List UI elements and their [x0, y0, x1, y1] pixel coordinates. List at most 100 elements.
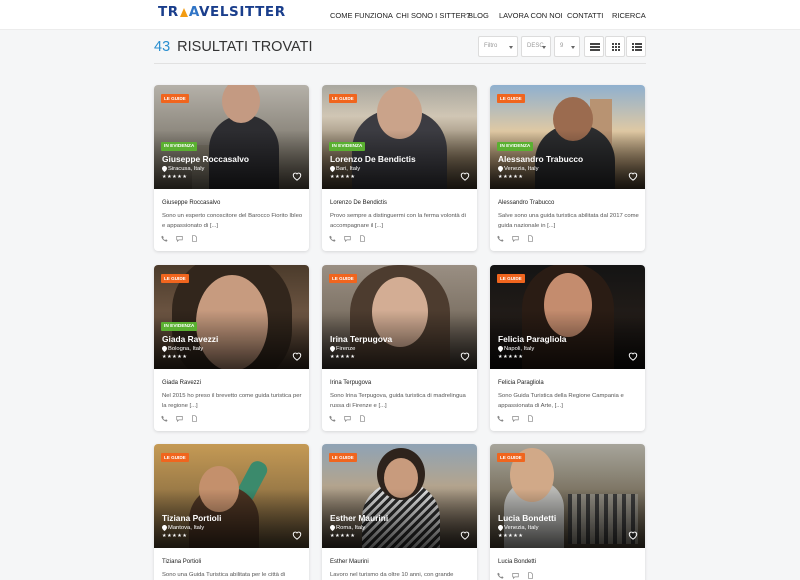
document-icon[interactable] [527, 235, 534, 242]
chat-icon[interactable] [176, 415, 183, 422]
results-count: 43 [154, 39, 171, 55]
guide-photo[interactable]: LE GUIDE Esther Maurini Roma, Italy ★★★★… [322, 444, 477, 548]
favorite-heart-icon[interactable] [460, 171, 470, 181]
favorite-heart-icon[interactable] [292, 530, 302, 540]
document-icon[interactable] [527, 415, 534, 422]
guide-name[interactable]: Lucia Bondetti [498, 513, 556, 523]
favorite-heart-icon[interactable] [628, 171, 638, 181]
location-pin-icon [498, 166, 503, 172]
favorite-heart-icon[interactable] [628, 351, 638, 361]
location-pin-icon [330, 525, 335, 531]
chat-icon[interactable] [512, 235, 519, 242]
guide-photo[interactable]: LE GUIDE IN EVIDENZA Giada Ravezzi Bolog… [154, 265, 309, 369]
phone-icon[interactable] [161, 235, 168, 242]
nav-chi-sono-i-sitter[interactable]: CHI SONO I SITTER? [396, 11, 470, 20]
category-badge: LE GUIDE [329, 94, 357, 103]
nav-ricerca[interactable]: RICERCA [612, 11, 646, 20]
guide-card[interactable]: LE GUIDE IN EVIDENZA Giuseppe Roccasalvo… [154, 85, 309, 251]
guide-subtitle: Alessandro Trabucco [498, 200, 555, 206]
document-icon[interactable] [191, 235, 198, 242]
nav-lavora-con-noi[interactable]: LAVORA CON NOI [499, 11, 563, 20]
guide-name[interactable]: Felicia Paragliola [498, 334, 566, 344]
guide-name[interactable]: Irina Terpugova [330, 334, 392, 344]
guide-description: Sono Guida Turistica della Regione Campa… [498, 393, 624, 409]
document-icon[interactable] [191, 415, 198, 422]
guide-photo[interactable]: LE GUIDE IN EVIDENZA Alessandro Trabucco… [490, 85, 645, 189]
nav-come-funziona[interactable]: COME FUNZIONA [330, 11, 393, 20]
chat-icon[interactable] [176, 235, 183, 242]
chat-icon[interactable] [512, 572, 519, 579]
rating-stars: ★★★★★ [330, 533, 356, 539]
guide-photo[interactable]: LE GUIDE Lucia Bondetti Venezia, Italy ★… [490, 444, 645, 548]
guide-name[interactable]: Esther Maurini [330, 513, 388, 523]
location-pin-icon [162, 525, 167, 531]
category-badge: LE GUIDE [497, 453, 525, 462]
rating-stars: ★★★★★ [498, 354, 524, 360]
results-heading: 43 RISULTATI TROVATI [154, 39, 313, 55]
heading-divider [154, 63, 646, 64]
rating-stars: ★★★★★ [162, 174, 188, 180]
guide-subtitle: Esther Maurini [330, 559, 369, 565]
logo-triangle-icon [179, 8, 188, 17]
featured-badge: IN EVIDENZA [161, 322, 198, 331]
location-pin-icon [162, 166, 167, 172]
guide-subtitle: Felicia Paragliola [498, 380, 544, 386]
favorite-heart-icon[interactable] [460, 351, 470, 361]
featured-badge: IN EVIDENZA [329, 142, 366, 151]
filter-select[interactable]: Filtro [478, 36, 518, 57]
guide-photo[interactable]: LE GUIDE IN EVIDENZA Lorenzo De Bendicti… [322, 85, 477, 189]
guide-name[interactable]: Giada Ravezzi [162, 334, 218, 344]
travelsitter-logo[interactable]: TR AVELSITTER [158, 4, 286, 20]
chat-icon[interactable] [344, 415, 351, 422]
guide-card[interactable]: LE GUIDE Tiziana Portioli Mantova, Italy… [154, 444, 309, 580]
nav-blog[interactable]: BLOG [468, 11, 489, 20]
guide-name[interactable]: Alessandro Trabucco [498, 154, 583, 164]
list-view-button[interactable] [584, 36, 604, 57]
favorite-heart-icon[interactable] [292, 351, 302, 361]
compact-list-view-button[interactable] [626, 36, 646, 57]
document-icon[interactable] [527, 572, 534, 579]
phone-icon[interactable] [161, 415, 168, 422]
guide-card[interactable]: LE GUIDE Lucia Bondetti Venezia, Italy ★… [490, 444, 645, 580]
category-badge: LE GUIDE [497, 274, 525, 283]
chat-icon[interactable] [344, 235, 351, 242]
document-icon[interactable] [359, 235, 366, 242]
chevron-down-icon [571, 46, 575, 49]
guide-card[interactable]: LE GUIDE Felicia Paragliola Napoli, Ital… [490, 265, 645, 431]
document-icon[interactable] [359, 415, 366, 422]
guide-subtitle: Tiziana Portioli [162, 559, 202, 565]
grid-view-button[interactable] [605, 36, 625, 57]
location-pin-icon [498, 525, 503, 531]
guide-photo[interactable]: LE GUIDE IN EVIDENZA Giuseppe Roccasalvo… [154, 85, 309, 189]
guide-photo[interactable]: LE GUIDE Felicia Paragliola Napoli, Ital… [490, 265, 645, 369]
chat-icon[interactable] [512, 415, 519, 422]
nav-contatti[interactable]: CONTATTI [567, 11, 603, 20]
phone-icon[interactable] [497, 235, 504, 242]
location-pin-icon [162, 346, 167, 352]
favorite-heart-icon[interactable] [292, 171, 302, 181]
order-select[interactable]: DESC [521, 36, 551, 57]
guide-card[interactable]: LE GUIDE IN EVIDENZA Lorenzo De Bendicti… [322, 85, 477, 251]
guide-location: Bologna, Italy [168, 346, 204, 352]
guide-card[interactable]: LE GUIDE Esther Maurini Roma, Italy ★★★★… [322, 444, 477, 580]
guide-card[interactable]: LE GUIDE Irina Terpugova Firenze ★★★★★ I… [322, 265, 477, 431]
phone-icon[interactable] [497, 572, 504, 579]
guide-card[interactable]: LE GUIDE IN EVIDENZA Giada Ravezzi Bolog… [154, 265, 309, 431]
guide-name[interactable]: Lorenzo De Bendictis [330, 154, 416, 164]
rating-stars: ★★★★★ [498, 533, 524, 539]
phone-icon[interactable] [329, 235, 336, 242]
guide-name[interactable]: Tiziana Portioli [162, 513, 221, 523]
guide-card[interactable]: LE GUIDE IN EVIDENZA Alessandro Trabucco… [490, 85, 645, 251]
phone-icon[interactable] [497, 415, 504, 422]
guide-photo[interactable]: LE GUIDE Irina Terpugova Firenze ★★★★★ [322, 265, 477, 369]
phone-icon[interactable] [329, 415, 336, 422]
favorite-heart-icon[interactable] [460, 530, 470, 540]
guide-location: Firenze [336, 346, 356, 352]
guide-description: Sono Irina Terpugova, guida turistica di… [330, 393, 466, 409]
guide-photo[interactable]: LE GUIDE Tiziana Portioli Mantova, Italy… [154, 444, 309, 548]
rating-stars: ★★★★★ [498, 174, 524, 180]
per-page-select[interactable]: 9 [554, 36, 580, 57]
guide-name[interactable]: Giuseppe Roccasalvo [162, 154, 249, 164]
favorite-heart-icon[interactable] [628, 530, 638, 540]
featured-badge: IN EVIDENZA [497, 142, 534, 151]
